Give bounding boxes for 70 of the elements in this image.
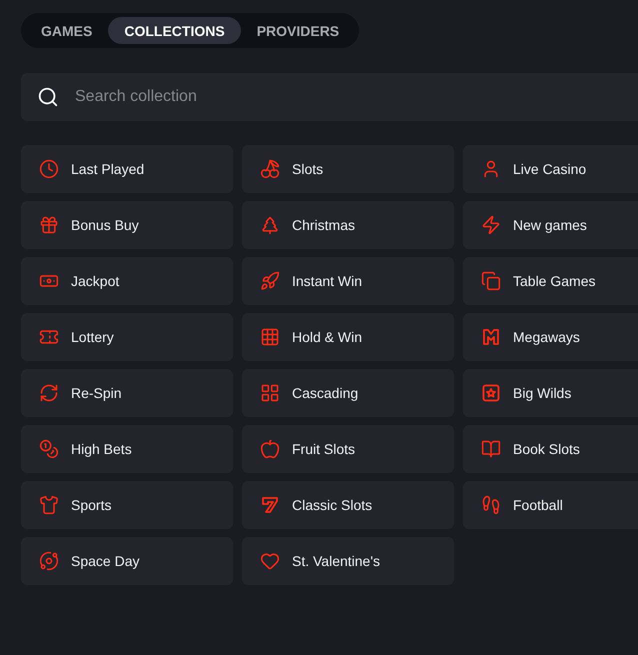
- collection-item[interactable]: Jackpot: [21, 257, 233, 305]
- collection-item[interactable]: Re-Spin: [21, 369, 233, 417]
- planet-icon: [39, 551, 59, 571]
- collection-label: Bonus Buy: [71, 217, 139, 233]
- tab[interactable]: COLLECTIONS: [108, 17, 241, 44]
- collection-label: Live Casino: [513, 161, 586, 177]
- tiles-icon: [260, 383, 280, 403]
- collection-item[interactable]: Megaways: [463, 313, 638, 361]
- collection-label: Classic Slots: [292, 497, 372, 513]
- spin-icon: [39, 383, 59, 403]
- collection-item[interactable]: Sports: [21, 481, 233, 529]
- collection-label: Christmas: [292, 217, 356, 233]
- collection-label: Football: [513, 497, 563, 513]
- collection-label: Lottery: [71, 329, 114, 345]
- collection-label: Hold & Win: [292, 329, 362, 345]
- collection-item[interactable]: St. Valentine's: [242, 537, 454, 585]
- collection-label: Book Slots: [513, 441, 580, 457]
- collection-label: Fruit Slots: [292, 441, 356, 457]
- cherry-icon: [260, 159, 280, 179]
- collection-item[interactable]: Live Casino: [463, 145, 638, 193]
- search-field[interactable]: Search collection: [73, 87, 638, 107]
- collection-item[interactable]: Table Games: [463, 257, 638, 305]
- search-icon: [37, 86, 59, 108]
- book-icon: [481, 439, 501, 459]
- shirt-icon: [39, 495, 59, 515]
- collection-label: High Bets: [71, 441, 132, 457]
- collection-item[interactable]: Fruit Slots: [242, 425, 454, 473]
- collection-label: Last Played: [71, 161, 144, 177]
- tree-icon: [260, 215, 280, 235]
- grid-icon: [260, 327, 280, 347]
- collection-item[interactable]: Football: [463, 481, 638, 529]
- collection-item[interactable]: Lottery: [21, 313, 233, 361]
- collection-item[interactable]: Christmas: [242, 201, 454, 249]
- collection-item[interactable]: Bonus Buy: [21, 201, 233, 249]
- heart-icon: [260, 551, 280, 571]
- rocket-icon: [260, 271, 280, 291]
- collection-item[interactable]: Instant Win: [242, 257, 454, 305]
- collection-label: Big Wilds: [513, 385, 572, 401]
- search-bar[interactable]: Search collection: [21, 73, 638, 121]
- collection-label: Re-Spin: [71, 385, 122, 401]
- collection-label: Megaways: [513, 329, 580, 345]
- lightning-icon: [481, 215, 501, 235]
- tab[interactable]: PROVIDERS: [240, 17, 356, 44]
- collection-label: St. Valentine's: [292, 553, 380, 569]
- collection-item[interactable]: Big Wilds: [463, 369, 638, 417]
- cards-icon: [481, 271, 501, 291]
- collection-label: Instant Win: [292, 273, 362, 289]
- collection-item[interactable]: High Bets: [21, 425, 233, 473]
- coins-icon: [39, 439, 59, 459]
- letter-m-icon: [481, 327, 501, 347]
- gift-icon: [39, 215, 59, 235]
- collection-label: New games: [513, 217, 587, 233]
- collection-item[interactable]: Cascading: [242, 369, 454, 417]
- collection-label: Sports: [71, 497, 112, 513]
- collection-item[interactable]: Last Played: [21, 145, 233, 193]
- collection-item[interactable]: Space Day: [21, 537, 233, 585]
- collection-item[interactable]: Book Slots: [463, 425, 638, 473]
- collection-label: Slots: [292, 161, 324, 177]
- collection-item[interactable]: Hold & Win: [242, 313, 454, 361]
- clock-icon: [39, 159, 59, 179]
- seven-icon: [260, 495, 280, 515]
- tab[interactable]: GAMES: [25, 17, 108, 44]
- collection-item[interactable]: Classic Slots: [242, 481, 454, 529]
- collection-item[interactable]: Slots: [242, 145, 454, 193]
- collection-label: Space Day: [71, 553, 140, 569]
- collection-label: Table Games: [513, 273, 596, 289]
- collection-label: Jackpot: [71, 273, 120, 289]
- fruit-icon: [260, 439, 280, 459]
- collection-label: Cascading: [292, 385, 358, 401]
- collection-item[interactable]: New games: [463, 201, 638, 249]
